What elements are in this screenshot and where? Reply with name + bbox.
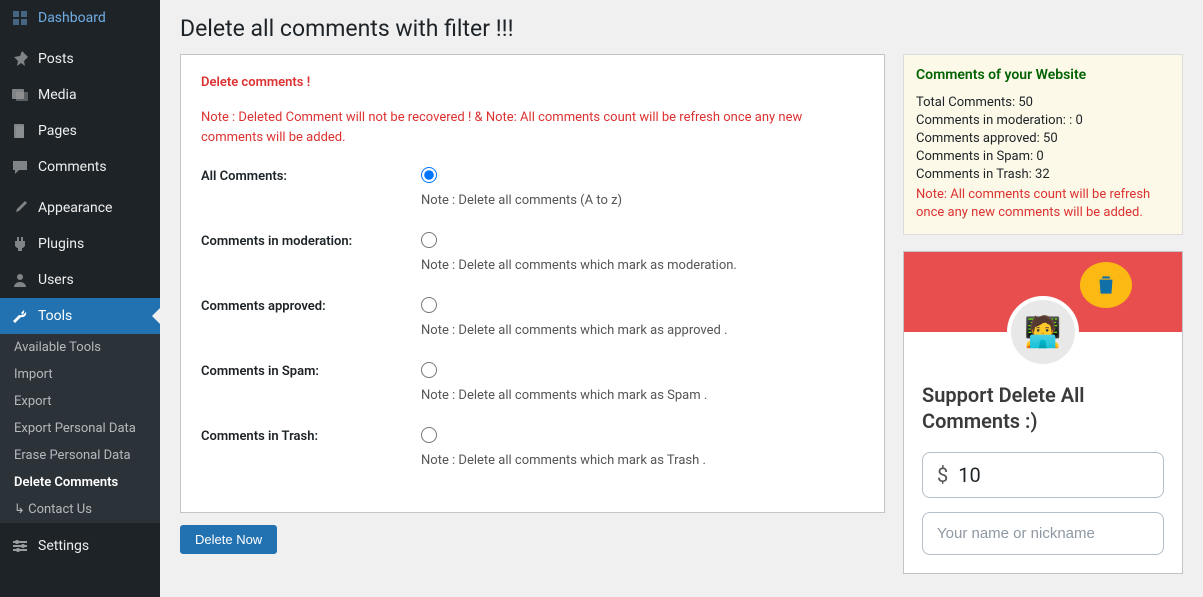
submenu-import[interactable]: Import: [0, 361, 160, 388]
form-note: Note : Deleted Comment will not be recov…: [201, 108, 864, 147]
menu-label: Settings: [38, 538, 89, 554]
option-note: Note : Delete all comments which mark as…: [421, 388, 864, 403]
submenu-export-personal[interactable]: Export Personal Data: [0, 415, 160, 442]
submenu-export[interactable]: Export: [0, 388, 160, 415]
amount-value: 10: [958, 463, 1149, 487]
stat-total: Total Comments: 50: [916, 95, 1170, 110]
stats-card: Comments of your Website Total Comments:…: [903, 54, 1183, 235]
radio-moderation[interactable]: [421, 232, 437, 248]
sidebar-item-plugins[interactable]: Plugins: [0, 226, 160, 262]
option-approved: Comments approved: Note : Delete all com…: [201, 297, 864, 338]
menu-label: Comments: [38, 159, 107, 175]
sidebar-item-settings[interactable]: Settings: [0, 528, 160, 564]
support-title: Support Delete All Comments :): [922, 382, 1164, 434]
option-note: Note : Delete all comments which mark as…: [421, 258, 864, 273]
stat-spam: Comments in Spam: 0: [916, 149, 1170, 164]
option-note: Note : Delete all comments which mark as…: [421, 323, 864, 338]
menu-label: Posts: [38, 51, 74, 67]
option-moderation: Comments in moderation: Note : Delete al…: [201, 232, 864, 273]
form-title: Delete comments !: [201, 75, 864, 90]
sidebar-item-dashboard[interactable]: Dashboard: [0, 0, 160, 36]
menu-label: Users: [38, 272, 74, 288]
radio-all-comments[interactable]: [421, 167, 437, 183]
stats-title: Comments of your Website: [916, 67, 1170, 83]
submenu-erase-personal[interactable]: Erase Personal Data: [0, 442, 160, 469]
menu-label: Pages: [38, 123, 77, 139]
admin-sidebar: Dashboard Posts Media Pages Comments App…: [0, 0, 160, 597]
comment-icon: [10, 157, 30, 177]
submenu-delete-comments[interactable]: Delete Comments: [0, 469, 160, 496]
page-title: Delete all comments with filter !!!: [180, 0, 1183, 54]
stat-approved: Comments approved: 50: [916, 131, 1170, 146]
sidebar-item-posts[interactable]: Posts: [0, 41, 160, 77]
option-spam: Comments in Spam: Note : Delete all comm…: [201, 362, 864, 403]
menu-label: Plugins: [38, 236, 84, 252]
dashboard-icon: [10, 8, 30, 28]
pin-icon: [10, 49, 30, 69]
wrench-icon: [10, 306, 30, 326]
submenu-available-tools[interactable]: Available Tools: [0, 334, 160, 361]
trash-icon: [1080, 262, 1132, 308]
name-input[interactable]: [922, 512, 1164, 555]
sidebar-item-pages[interactable]: Pages: [0, 113, 160, 149]
option-note: Note : Delete all comments which mark as…: [421, 453, 864, 468]
currency-label: $: [937, 463, 948, 487]
option-label: Comments approved:: [201, 297, 421, 338]
gear-icon: [10, 536, 30, 556]
plug-icon: [10, 234, 30, 254]
page-icon: [10, 121, 30, 141]
sidebar-item-appearance[interactable]: Appearance: [0, 190, 160, 226]
tools-submenu: Available Tools Import Export Export Per…: [0, 334, 160, 523]
option-trash: Comments in Trash: Note : Delete all com…: [201, 427, 864, 468]
sidebar-item-media[interactable]: Media: [0, 77, 160, 113]
brush-icon: [10, 198, 30, 218]
radio-spam[interactable]: [421, 362, 437, 378]
option-label: Comments in Spam:: [201, 362, 421, 403]
sidebar-item-comments[interactable]: Comments: [0, 149, 160, 185]
menu-label: Tools: [38, 308, 72, 324]
support-card: 🧑‍💻 Support Delete All Comments :) $ 10: [903, 251, 1183, 574]
menu-label: Media: [38, 87, 77, 103]
media-icon: [10, 85, 30, 105]
stat-trash: Comments in Trash: 32: [916, 167, 1170, 182]
menu-label: Dashboard: [38, 10, 106, 26]
delete-now-button[interactable]: Delete Now: [180, 525, 277, 554]
radio-approved[interactable]: [421, 297, 437, 313]
support-banner: 🧑‍💻: [904, 252, 1182, 332]
stats-note: Note: All comments count will be refresh…: [916, 186, 1170, 222]
sidebar-item-tools[interactable]: Tools: [0, 298, 160, 334]
user-icon: [10, 270, 30, 290]
option-note: Note : Delete all comments (A to z): [421, 193, 864, 208]
menu-label: Appearance: [38, 200, 112, 216]
option-label: All Comments:: [201, 167, 421, 208]
main-content: Delete all comments with filter !!! Dele…: [160, 0, 1203, 597]
radio-trash[interactable]: [421, 427, 437, 443]
stat-moderation: Comments in moderation: : 0: [916, 113, 1170, 128]
submenu-contact[interactable]: ↳ Contact Us: [0, 496, 160, 523]
amount-input[interactable]: $ 10: [922, 452, 1164, 498]
option-label: Comments in moderation:: [201, 232, 421, 273]
delete-form-card: Delete comments ! Note : Deleted Comment…: [180, 54, 885, 513]
avatar: 🧑‍💻: [1007, 296, 1079, 368]
sidebar-item-users[interactable]: Users: [0, 262, 160, 298]
option-label: Comments in Trash:: [201, 427, 421, 468]
option-all: All Comments: Note : Delete all comments…: [201, 167, 864, 208]
